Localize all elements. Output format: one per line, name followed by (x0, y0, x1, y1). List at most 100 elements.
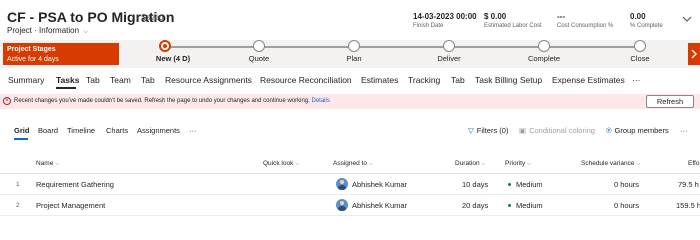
column-duration[interactable]: Duration ⌵ (455, 160, 485, 167)
column-assigned-to[interactable]: Assigned to ⌵ (333, 160, 373, 167)
group-icon: ℗ (606, 126, 612, 135)
column-name[interactable]: Name ⌵ (36, 160, 59, 167)
complete-label: % Complete (630, 23, 663, 29)
labor-cost-field: $ 0.00 Estimated Labor Cost (484, 12, 542, 29)
color-palette-icon: ▣ (519, 126, 527, 135)
stage-node-deliver[interactable] (443, 40, 455, 52)
process-stages-title: Project Stages (7, 46, 56, 53)
chevron-down-icon[interactable]: ⌵ (83, 29, 88, 35)
filters-label: Filters (0) (476, 126, 509, 135)
avatar (336, 199, 348, 211)
duration[interactable]: 10 days (462, 180, 488, 189)
toolbar-more-button[interactable]: ··· (680, 126, 688, 135)
priority-dot-icon (508, 204, 511, 207)
tab-resource-reconciliation[interactable]: Resource Reconciliation (260, 75, 352, 85)
chevron-left-icon[interactable] (113, 43, 119, 65)
duration[interactable]: 20 days (462, 201, 488, 210)
subtab-grid[interactable]: Grid (14, 126, 29, 135)
form-tabs: Summary Tasks Tab Team Tab Resource Assi… (0, 70, 700, 90)
stage-label-close[interactable]: Close (630, 54, 649, 63)
assigned-to[interactable]: Abhishek Kumar (352, 201, 407, 210)
finish-date-field: 14-03-2023 00:00 Finish Date (413, 12, 477, 29)
subtab-assignments[interactable]: Assignments (137, 126, 180, 135)
error-circle-icon: × (3, 97, 11, 105)
complete-field: 0.00 % Complete (630, 12, 663, 29)
tab-estimates[interactable]: Estimates (361, 75, 398, 85)
tab-tasks[interactable]: Tasks (56, 75, 79, 85)
conditional-coloring-label: Conditional coloring (529, 126, 595, 135)
subtab-charts[interactable]: Charts (106, 126, 128, 135)
process-stages-duration: Active for 4 days (7, 56, 59, 63)
priority[interactable]: Medium (516, 180, 543, 189)
chevron-down-icon: ⌵ (295, 161, 300, 167)
conditional-coloring-button[interactable]: ▣ Conditional coloring (519, 126, 595, 135)
process-stages-panel[interactable]: Project Stages Active for 4 days (3, 43, 113, 65)
chevron-down-icon: ⌵ (481, 161, 486, 167)
task-name[interactable]: Project Management (36, 201, 105, 210)
priority[interactable]: Medium (516, 201, 543, 210)
active-tab-indicator (56, 87, 76, 89)
subtab-more-button[interactable]: ··· (189, 126, 197, 135)
task-name[interactable]: Requirement Gathering (36, 180, 114, 189)
labor-cost-value: $ 0.00 (484, 12, 507, 21)
more-tabs-button[interactable]: ··· (632, 75, 641, 85)
details-link[interactable]: Details (312, 98, 330, 104)
tab-summary[interactable]: Summary (8, 75, 44, 85)
column-priority[interactable]: Priority ⌵ (505, 160, 531, 167)
tab-tab-3[interactable]: Tab (451, 75, 465, 85)
refresh-button[interactable]: Refresh (646, 95, 694, 108)
column-schedule-variance[interactable]: Schedule variance ⌵ (581, 160, 640, 167)
stage-node-new[interactable] (159, 40, 171, 52)
effort: 79.5 h (678, 180, 699, 189)
chevron-down-icon[interactable] (680, 12, 694, 26)
finish-date-value: 14-03-2023 00:00 (413, 12, 477, 21)
tab-tab-1[interactable]: Tab (86, 75, 100, 85)
cost-consumption-label: Cost Consumption % (557, 23, 614, 29)
tab-tracking[interactable]: Tracking (408, 75, 440, 85)
tab-expense-estimates[interactable]: Expense Estimates (552, 75, 625, 85)
error-notification: × Recent changes you've made couldn't be… (0, 94, 700, 109)
filters-button[interactable]: ▽ Filters (0) (468, 126, 508, 135)
chevron-down-icon: ⌵ (55, 161, 60, 167)
chevron-down-icon: ⌵ (636, 161, 641, 167)
entity-form-selector[interactable]: Project · Information ⌵ (7, 26, 88, 36)
tab-task-billing-setup[interactable]: Task Billing Setup (475, 75, 542, 85)
stage-label-deliver[interactable]: Deliver (437, 54, 460, 63)
effort: 159.5 h (676, 201, 700, 210)
column-effort[interactable]: Effo (688, 160, 699, 167)
stage-label-complete[interactable]: Complete (528, 54, 560, 63)
filter-icon: ▽ (468, 126, 474, 135)
stage-node-quote[interactable] (253, 40, 265, 52)
avatar (336, 178, 348, 190)
tab-tab-2[interactable]: Tab (141, 75, 155, 85)
notification-message: Recent changes you've made couldn't be s… (14, 98, 310, 104)
complete-value: 0.00 (630, 12, 646, 21)
entity-name: Project (7, 26, 32, 35)
cost-consumption-field: --- Cost Consumption % (557, 12, 613, 29)
stage-label-quote[interactable]: Quote (249, 54, 269, 63)
stage-node-plan[interactable] (348, 40, 360, 52)
schedule-variance: 0 hours (614, 201, 640, 210)
form-name: Information (39, 26, 80, 35)
form-header: CF - PSA to PO Migration - Saved Project… (0, 0, 700, 40)
row-number: 1 (16, 181, 20, 188)
tab-resource-assignments[interactable]: Resource Assignments (165, 75, 252, 85)
column-quick-look[interactable]: Quick look ⌵ (263, 160, 299, 167)
group-members-button[interactable]: ℗ Group members (606, 126, 669, 135)
separator: · (34, 26, 37, 35)
cost-consumption-value: --- (557, 12, 565, 21)
stage-connector (165, 46, 640, 48)
subtab-board[interactable]: Board (38, 126, 58, 135)
save-status: - Saved (136, 13, 164, 22)
stage-node-close[interactable] (634, 40, 646, 52)
row-number: 2 (16, 202, 20, 209)
labor-cost-label: Estimated Labor Cost (484, 23, 542, 29)
tab-team[interactable]: Team (110, 75, 131, 85)
chevron-right-icon[interactable] (688, 43, 700, 65)
stage-node-complete[interactable] (538, 40, 550, 52)
subtab-timeline[interactable]: Timeline (67, 126, 95, 135)
stage-label-new[interactable]: New (4 D) (156, 54, 190, 63)
stage-label-plan[interactable]: Plan (346, 54, 361, 63)
assigned-to[interactable]: Abhishek Kumar (352, 180, 407, 189)
group-members-label: Group members (614, 126, 669, 135)
